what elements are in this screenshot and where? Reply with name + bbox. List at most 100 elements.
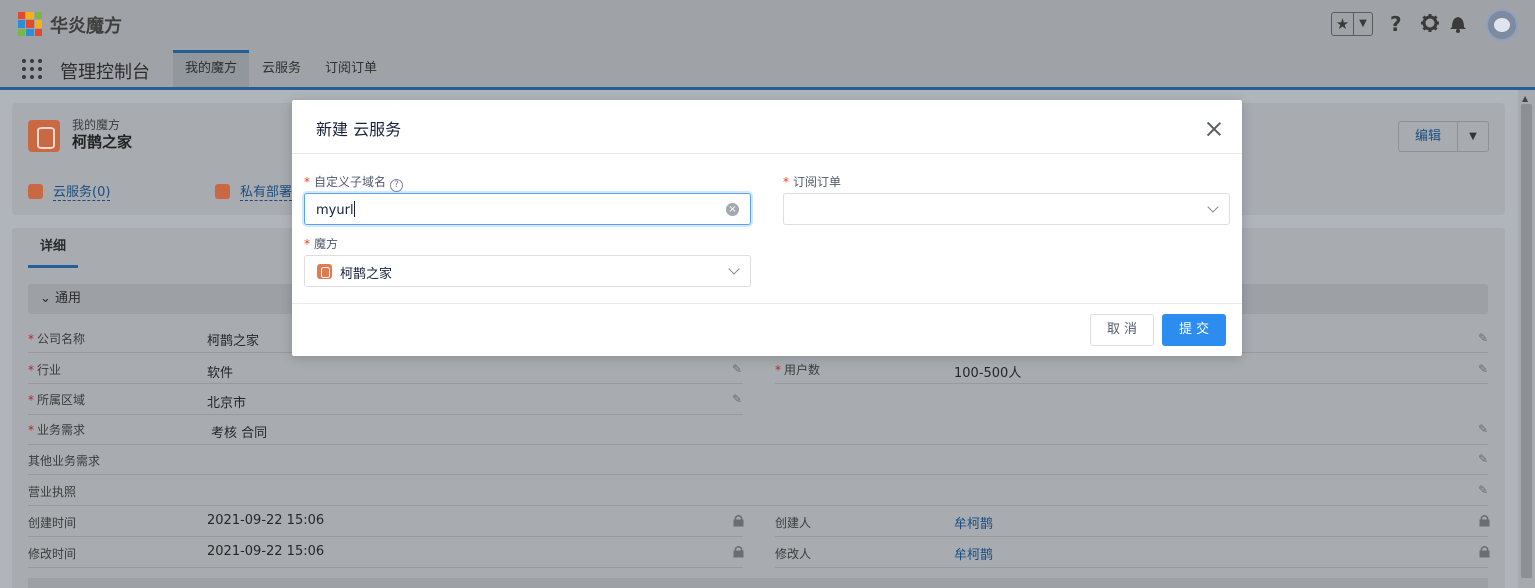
business-needs-value: 考核 合同 (211, 426, 268, 441)
field-row (28, 354, 743, 384)
lock-icon (733, 514, 744, 530)
field-row (775, 507, 1488, 537)
cancel-button[interactable]: 取消 (1090, 314, 1154, 346)
logo-cell (18, 28, 26, 36)
chevron-down-icon[interactable] (1207, 201, 1219, 213)
pencil-icon[interactable]: ✎ (1478, 483, 1488, 497)
dialog-footer: 取消 提交 (292, 303, 1242, 356)
favorites-button[interactable]: ★ ▼ (1331, 12, 1373, 36)
chevron-down-icon[interactable]: ▼ (1354, 13, 1372, 35)
field-row (28, 507, 743, 537)
help-icon[interactable]: ? (1390, 12, 1402, 36)
field-row (775, 354, 1488, 384)
bell-icon-svg (1450, 17, 1466, 33)
text-caret (353, 201, 355, 217)
field-row (775, 538, 1488, 568)
pencil-icon[interactable]: ✎ (732, 392, 742, 406)
next-section-header (28, 578, 1488, 588)
user-count-value: 100-500人 (954, 366, 1022, 381)
industry-value: 软件 (207, 366, 234, 381)
modifier-link[interactable]: 牟柯鹊 (954, 544, 993, 563)
database-icon (215, 183, 230, 199)
lock-icon (1479, 514, 1490, 530)
section-title: 通用 (55, 291, 82, 306)
related-label[interactable]: 私有部署 (240, 181, 293, 201)
app-launcher-icon[interactable] (22, 59, 42, 79)
lock-icon-svg (1479, 546, 1490, 558)
tab-cloud-services[interactable]: 云服务 (250, 50, 313, 87)
tab-details[interactable]: 详细 (28, 230, 78, 268)
star-icon[interactable]: ★ (1332, 13, 1354, 35)
logo-cell (26, 20, 34, 28)
chevron-down-icon[interactable]: ▼ (1458, 122, 1488, 151)
field-label: 创建人 (775, 516, 812, 530)
dialog-header: 新建 云服务 (292, 100, 1242, 154)
lock-icon-svg (1479, 515, 1490, 527)
page-scrollbar[interactable]: ▲ (1518, 90, 1535, 588)
space-select[interactable]: 柯鹊之家 (304, 255, 751, 287)
bell-icon[interactable] (1449, 12, 1467, 39)
pencil-icon[interactable]: ✎ (732, 362, 742, 376)
field-label: 创建时间 (28, 516, 77, 530)
related-cloud-services[interactable]: 云服务(0) (28, 181, 111, 201)
logo-cell (34, 12, 42, 20)
app-name: 管理控制台 (60, 62, 150, 83)
pencil-icon[interactable]: ✎ (1478, 331, 1488, 345)
logo-cell (18, 20, 26, 28)
region-value: 北京市 (207, 396, 247, 411)
scroll-thumb[interactable] (1521, 104, 1532, 578)
chevron-down-icon[interactable] (728, 263, 740, 275)
pencil-icon[interactable]: ✎ (1478, 422, 1488, 436)
space-label: * 魔方 (304, 237, 339, 251)
subdomain-label: * 自定义子域名? (304, 173, 404, 192)
field-row (28, 538, 743, 568)
field-label: * 公司名称 (28, 332, 86, 346)
tab-my-space[interactable]: 我的魔方 (173, 50, 250, 87)
close-icon[interactable] (1204, 119, 1224, 139)
clear-icon[interactable]: × (726, 203, 739, 216)
creator-link[interactable]: 牟柯鹊 (954, 513, 993, 532)
field-label: * 行业 (28, 363, 62, 377)
brand-logo (18, 12, 42, 36)
order-select[interactable] (783, 193, 1230, 225)
subdomain-input-value[interactable]: myurl (316, 201, 355, 218)
field-label: 其他业务需求 (28, 454, 101, 468)
brand-name: 华炎魔方 (50, 16, 122, 37)
gear-icon[interactable] (1420, 12, 1440, 39)
app-nav: 管理控制台 我的魔方 云服务 订阅订单 (0, 50, 1535, 90)
dialog-title: 新建 云服务 (316, 120, 402, 139)
logo-cell (34, 28, 42, 36)
database-icon (28, 120, 60, 152)
field-row (28, 476, 1488, 506)
pencil-icon[interactable]: ✎ (1478, 362, 1488, 376)
scroll-up-icon[interactable]: ▲ (1522, 94, 1528, 103)
lock-icon (733, 545, 744, 561)
lock-icon (1479, 545, 1490, 561)
pencil-icon[interactable]: ✎ (1478, 452, 1488, 466)
space-select-value[interactable]: 柯鹊之家 (340, 263, 392, 282)
logo-cell (34, 20, 42, 28)
field-label: * 业务需求 (28, 423, 86, 437)
related-label[interactable]: 云服务(0) (53, 181, 111, 201)
field-label: * 用户数 (775, 363, 821, 377)
avatar[interactable] (1486, 9, 1518, 41)
new-cloud-service-dialog: 新建 云服务 * 自定义子域名? myurl × * 订阅订单 * 魔方 柯鹊之家 取… (292, 100, 1242, 356)
related-private-deploy[interactable]: 私有部署 (215, 181, 293, 201)
subdomain-input[interactable]: myurl × (304, 193, 751, 225)
help-icon[interactable]: ? (390, 179, 404, 192)
submit-button[interactable]: 提交 (1162, 314, 1226, 346)
tab-subscription-orders[interactable]: 订阅订单 (313, 50, 389, 87)
global-header: 华炎魔方 ★ ▼ ? (0, 0, 1535, 50)
edit-button[interactable]: 编辑 (1399, 122, 1458, 151)
field-label: * 所属区域 (28, 393, 86, 407)
field-label: 营业执照 (28, 485, 77, 499)
field-label: 修改人 (775, 547, 812, 561)
chevron-down-icon: ⌄ (40, 291, 56, 306)
lock-icon-svg (733, 546, 744, 558)
database-icon (28, 183, 43, 199)
field-row (28, 445, 1488, 475)
logo-cell (26, 28, 34, 36)
field-row (28, 385, 743, 415)
company-name-value: 柯鹊之家 (207, 334, 260, 349)
logo-cell (18, 12, 26, 20)
